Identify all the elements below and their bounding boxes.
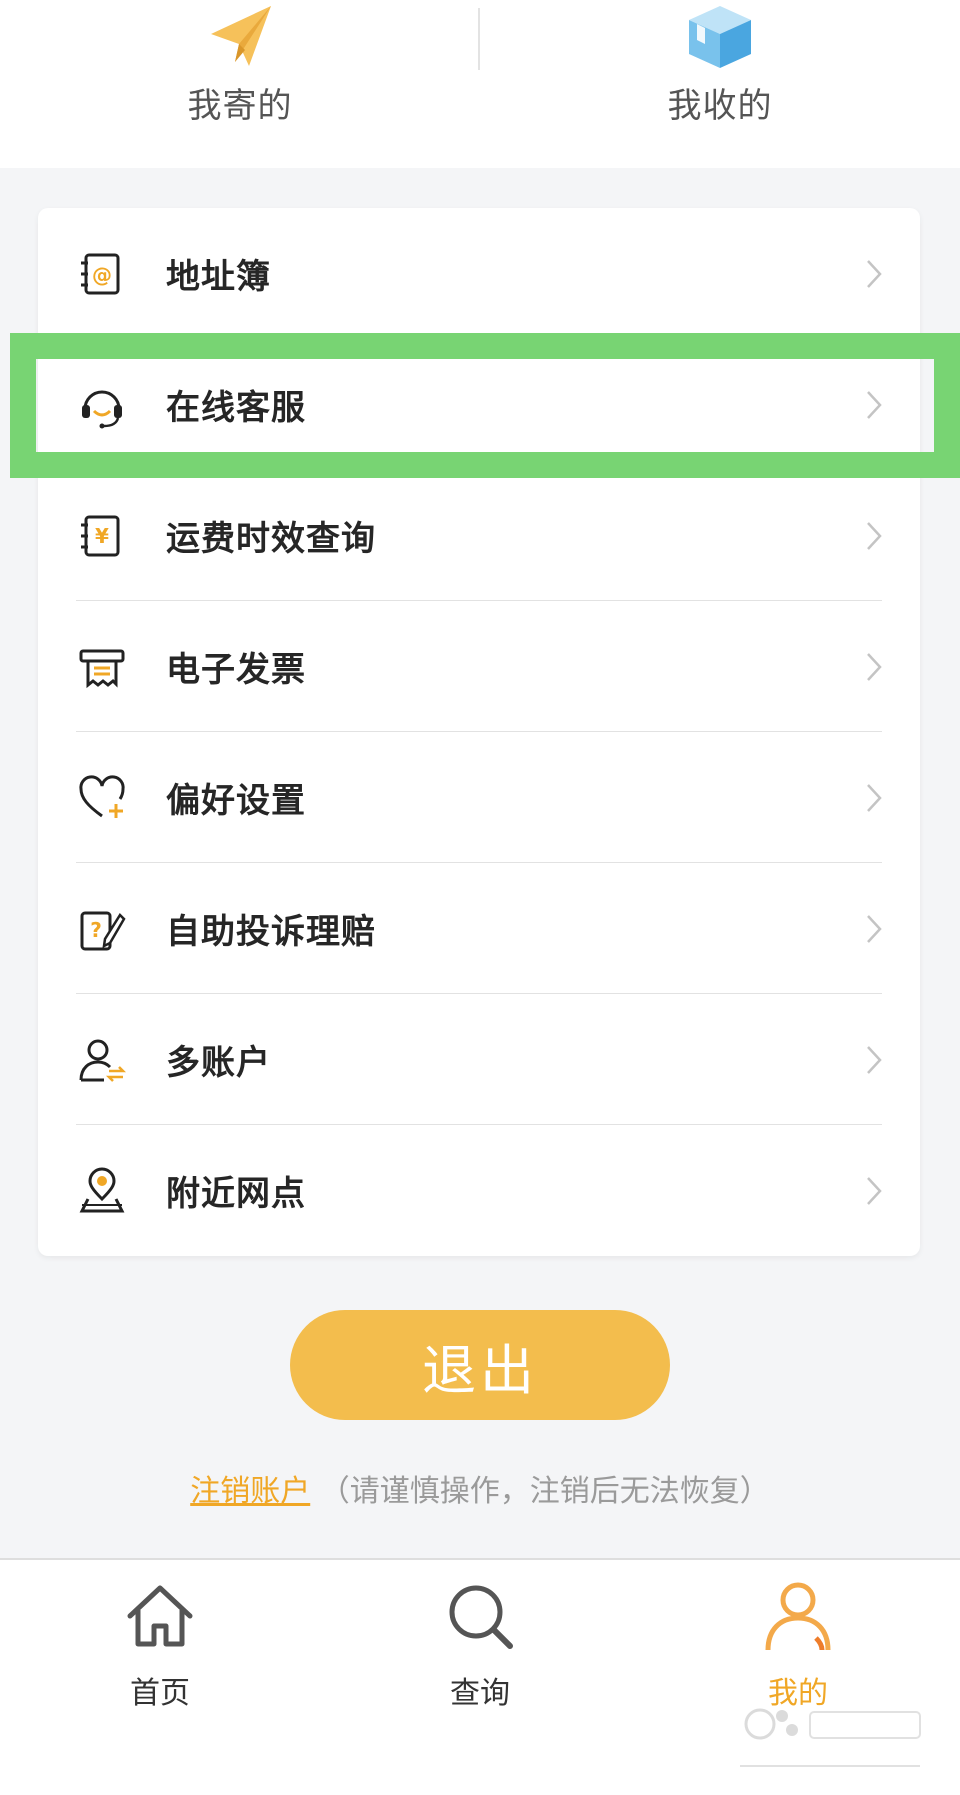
shipment-shortcuts: 我寄的 我收的: [0, 0, 960, 168]
chevron-right-icon: [867, 652, 882, 681]
my-received-button[interactable]: 我收的: [480, 0, 960, 168]
heart-plus-icon: [79, 774, 125, 818]
chevron-right-icon: [867, 259, 882, 288]
chevron-right-icon: [867, 1045, 882, 1074]
receipt-printer-icon: [79, 649, 125, 688]
chevron-right-icon: [867, 783, 882, 812]
cancel-account-link[interactable]: 注销账户: [190, 1474, 310, 1509]
baidu-jingyan-watermark: [740, 1708, 921, 1767]
menu-item-label: 多账户: [166, 1043, 271, 1083]
profile-page: 我寄的 我收的 @ 地址簿 在线客服 ¥ 运费时效查询 电子发票 偏好设置 ? …: [0, 0, 960, 1795]
menu-item-complaint-claims[interactable]: ? 自助投诉理赔: [38, 863, 920, 994]
menu-item-e-invoice[interactable]: 电子发票: [38, 601, 920, 732]
user-switch-icon: [79, 1039, 126, 1082]
chevron-right-icon: [867, 390, 882, 419]
svg-text:¥: ¥: [95, 524, 109, 548]
menu-item-preferences[interactable]: 偏好设置: [38, 732, 920, 863]
my-sent-button[interactable]: 我寄的: [0, 0, 480, 168]
package-box-icon: [689, 6, 751, 68]
svg-text:?: ?: [90, 918, 102, 942]
nav-search-label: 查询: [450, 1676, 510, 1711]
headset-icon: [82, 390, 122, 428]
menu-item-label: 偏好设置: [166, 781, 306, 821]
menu-item-address-book[interactable]: @ 地址簿: [38, 208, 920, 339]
logout-button[interactable]: 退出: [290, 1310, 670, 1420]
nav-home[interactable]: 首页: [80, 1578, 240, 1718]
chevron-right-icon: [867, 914, 882, 943]
nav-home-label: 首页: [130, 1676, 190, 1711]
menu-item-multi-account[interactable]: 多账户: [38, 994, 920, 1125]
question-note-pen-icon: ?: [80, 911, 126, 950]
menu-item-label: 地址簿: [166, 257, 271, 297]
user-icon: [765, 1582, 831, 1651]
menu-item-label: 运费时效查询: [166, 519, 376, 559]
search-icon: [449, 1585, 513, 1649]
svg-text:@: @: [92, 263, 112, 287]
menu-card: @ 地址簿 在线客服 ¥ 运费时效查询 电子发票 偏好设置 ? 自助投诉理赔 多…: [38, 208, 920, 1256]
location-pin-icon: [79, 1167, 125, 1212]
price-ledger-icon: ¥: [81, 515, 120, 556]
menu-item-label: 自助投诉理赔: [166, 912, 376, 952]
paper-plane-icon: [211, 6, 271, 66]
chevron-right-icon: [867, 1176, 882, 1205]
menu-item-nearby-outlets[interactable]: 附近网点: [38, 1125, 920, 1256]
menu-item-freight-query[interactable]: ¥ 运费时效查询: [38, 470, 920, 601]
menu-item-label: 电子发票: [166, 650, 306, 690]
menu-item-label: 在线客服: [166, 388, 306, 428]
chevron-right-icon: [867, 521, 882, 550]
home-icon: [127, 1585, 193, 1647]
cancel-account-note: （请谨慎操作，注销后无法恢复）: [319, 1474, 770, 1509]
address-book-icon: @: [81, 253, 120, 294]
cancel-account-line: 注销账户 （请谨慎操作，注销后无法恢复）: [0, 1466, 960, 1510]
nav-search[interactable]: 查询: [400, 1578, 560, 1718]
my-sent-label: 我寄的: [187, 86, 293, 126]
my-received-label: 我收的: [667, 86, 773, 126]
menu-item-label: 附近网点: [166, 1174, 306, 1214]
menu-item-online-service[interactable]: 在线客服: [38, 339, 920, 470]
